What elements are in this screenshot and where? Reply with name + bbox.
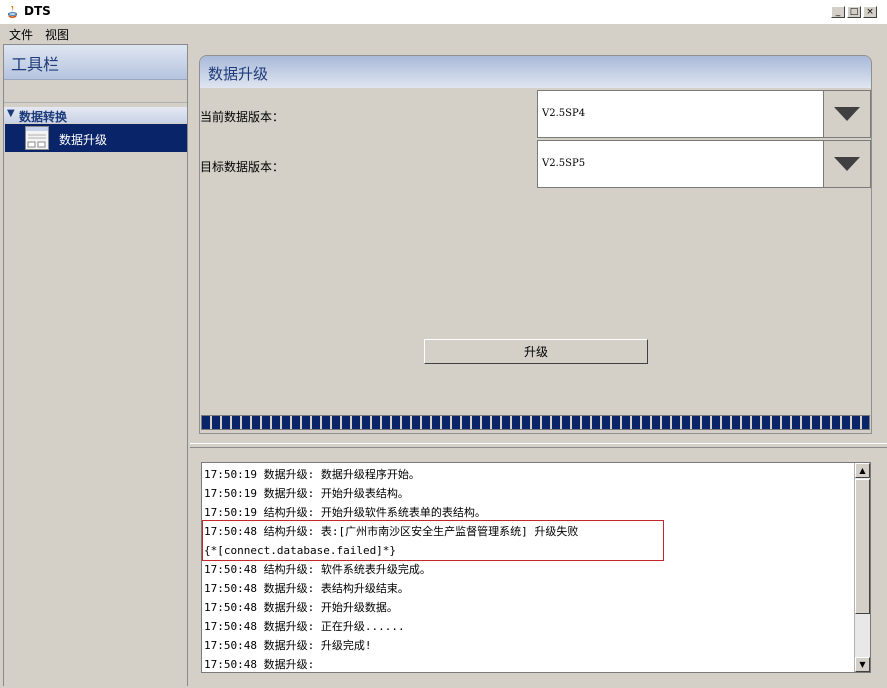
triangle-down-icon[interactable]: ▼ [7, 108, 15, 119]
upgrade-panel: 数据升级 当前数据版本： V2.5SP4 目标数据版本： V2.5SP5 升级 [199, 55, 872, 434]
maximize-button[interactable]: □ [847, 6, 861, 18]
title-bar: DTS _ □ × [0, 0, 887, 25]
log-line: 17:50:48 数据升级: 正在升级...... [204, 620, 405, 633]
log-line: 17:50:48 数据升级: 开始升级数据。 [204, 601, 398, 614]
java-app-icon [8, 6, 17, 18]
current-version-label: 当前数据版本： [200, 110, 285, 124]
window-icon [25, 126, 49, 150]
upgrade-button[interactable]: 升级 [424, 339, 648, 364]
scroll-thumb[interactable] [855, 479, 870, 614]
log-line: 17:50:48 数据升级: 升级完成! [204, 639, 372, 652]
tree-group-data-conversion[interactable]: ▼ 数据转换 [4, 107, 187, 124]
sidebar-title: 工具栏 [11, 55, 60, 74]
chevron-down-icon [834, 107, 860, 121]
tree-group-label: 数据转换 [19, 110, 68, 124]
split-pane-divider[interactable] [190, 443, 887, 448]
target-version-select[interactable]: V2.5SP5 [537, 140, 871, 188]
minimize-button[interactable]: _ [831, 6, 845, 18]
log-line: 17:50:48 数据升级: 表结构升级结束。 [204, 582, 409, 595]
sidebar-item-data-upgrade[interactable]: 数据升级 [5, 124, 187, 152]
menu-view[interactable]: 视图 [43, 26, 71, 43]
log-line: {*[connect.database.failed]*} [204, 544, 397, 557]
log-line: 17:50:19 结构升级: 开始升级软件系统表单的表结构。 [204, 506, 486, 519]
panel-title: 数据升级 [208, 65, 269, 83]
menu-file[interactable]: 文件 [7, 26, 35, 43]
sidebar-item-label: 数据升级 [59, 133, 108, 147]
upgrade-progress-bar [201, 415, 870, 430]
target-version-dropdown-button[interactable] [823, 141, 870, 187]
sidebar: 工具栏 ▼ 数据转换 数据升级 [3, 44, 188, 686]
panel-header: 数据升级 [200, 56, 871, 88]
sidebar-header: 工具栏 [4, 45, 187, 80]
target-version-value: V2.5SP5 [542, 158, 586, 169]
close-button[interactable]: × [863, 6, 877, 18]
sidebar-tree: ▼ 数据转换 数据升级 [4, 102, 187, 686]
current-version-select[interactable]: V2.5SP4 [537, 90, 871, 138]
current-version-dropdown-button[interactable] [823, 91, 870, 137]
chevron-down-icon [834, 157, 860, 171]
log-line: 17:50:19 数据升级: 开始升级表结构。 [204, 487, 409, 500]
log-line: 17:50:48 数据升级: [204, 658, 315, 671]
scroll-down-button[interactable]: ▼ [855, 657, 870, 672]
target-version-label: 目标数据版本： [200, 160, 285, 174]
log-line: 17:50:19 数据升级: 数据升级程序开始。 [204, 468, 420, 481]
log-line: 17:50:48 结构升级: 表:[广州市南沙区安全生产监督管理系统] 升级失败 [204, 525, 579, 538]
log-output[interactable]: 17:50:19 数据升级: 数据升级程序开始。 17:50:19 数据升级: … [201, 462, 871, 673]
scroll-up-button[interactable]: ▲ [855, 463, 870, 478]
log-scrollbar[interactable]: ▲ ▼ [854, 463, 870, 672]
menu-bar: 文件 视图 [0, 24, 887, 44]
window-title: DTS [24, 4, 51, 18]
log-line: 17:50:48 结构升级: 软件系统表升级完成。 [204, 563, 431, 576]
current-version-value: V2.5SP4 [542, 108, 586, 119]
